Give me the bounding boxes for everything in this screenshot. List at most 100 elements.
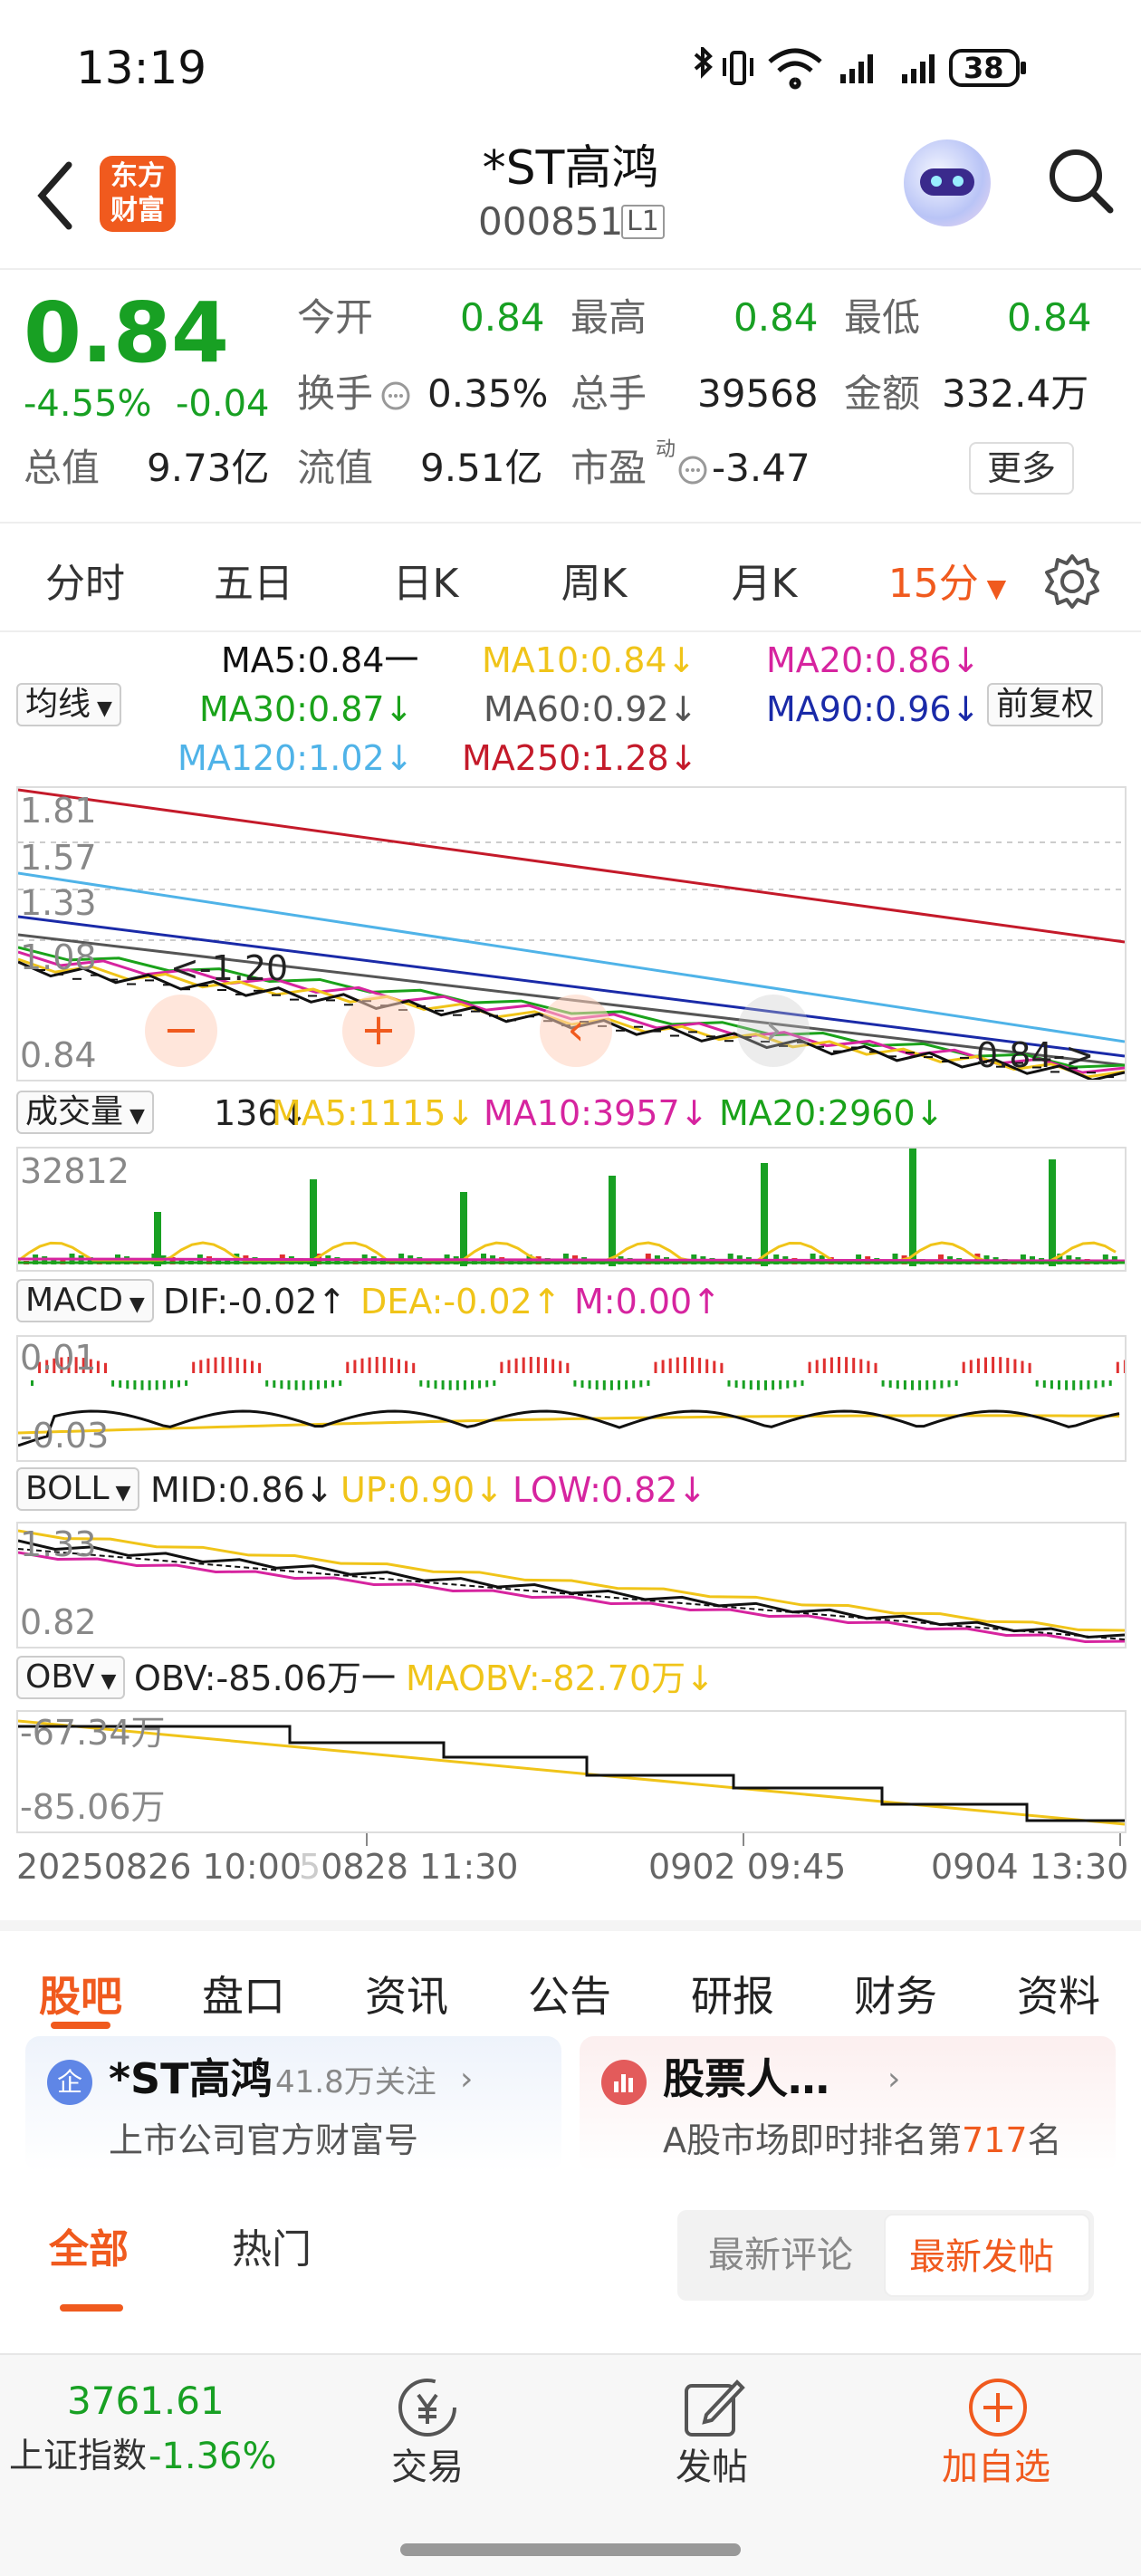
macd-hist-bar (389, 1358, 393, 1373)
tab-intraday[interactable]: 分时 (13, 551, 158, 609)
macd-hist-bar (493, 1380, 496, 1386)
popularity-card[interactable]: 股票人… › A股市场即时排名第717名 (580, 2036, 1116, 2172)
sort-latest-comment[interactable]: 最新评论 (708, 2237, 853, 2273)
rank-number: 717 (962, 2120, 1028, 2160)
tab-profile[interactable]: 资料 (991, 1964, 1127, 2023)
tab-weekly-k[interactable]: 周K (522, 551, 666, 609)
trade-yen-icon[interactable] (393, 2373, 462, 2442)
last-price: 0.84 (24, 284, 229, 381)
volume-selector[interactable]: 成交量 ▼ (16, 1091, 154, 1134)
tab-pankou[interactable]: 盘口 (176, 1964, 312, 2023)
adjust-selector[interactable]: 前复权 (987, 683, 1104, 726)
macd-hist-bar (698, 1358, 702, 1373)
zoom-out-button[interactable]: − (145, 995, 217, 1067)
status-icons: 38 (688, 44, 1069, 92)
macd-hist-bar (104, 1362, 107, 1373)
chevron-right-icon: › (887, 2061, 901, 2098)
tab-news[interactable]: 资讯 (339, 1964, 475, 2023)
macd-hist-bar (756, 1380, 760, 1390)
tab-15min-label: 15分 (887, 561, 979, 607)
index-change[interactable]: -1.36% (149, 2438, 277, 2475)
macd-hist-bar (471, 1380, 474, 1389)
boll-chart-svg (18, 1529, 1125, 1644)
trade-label[interactable]: 交易 (391, 2449, 464, 2485)
macd-hist-bar (969, 1360, 973, 1373)
float-value: 9.51亿 (420, 446, 543, 490)
tab-15min[interactable]: 15分 ▼ (875, 551, 1020, 609)
volume-spike-bar (310, 1179, 317, 1266)
volume-panel[interactable]: 32812 (16, 1147, 1127, 1272)
macd-hist-bar (177, 1380, 180, 1388)
pe-info-icon[interactable] (677, 455, 708, 485)
index-value[interactable]: 3761.61 (67, 2382, 225, 2420)
macd-hist-bar (639, 1380, 643, 1388)
more-button[interactable]: 更多 (969, 442, 1075, 495)
tab-monthly-k[interactable]: 月K (692, 551, 837, 609)
ma-selector[interactable]: 均线 ▼ (16, 683, 121, 726)
obv-selector[interactable]: OBV ▼ (16, 1656, 126, 1699)
add-watchlist-label[interactable]: 加自选 (942, 2449, 1050, 2485)
macd-hist-bar (1042, 1380, 1046, 1389)
tab-five-day[interactable]: 五日 (181, 551, 326, 609)
scroll-left-button[interactable]: ‹ (540, 995, 612, 1067)
macd-chart-svg (18, 1357, 1125, 1447)
official-account-card[interactable]: 企 *ST高鸿 41.8万关注 › 上市公司官方财富号 (25, 2036, 561, 2172)
post-label[interactable]: 发帖 (676, 2449, 748, 2485)
tab-daily-k[interactable]: 日K (353, 551, 498, 609)
macd-hist-bar (302, 1380, 305, 1390)
macd-hist-bar (155, 1380, 158, 1390)
tab-research[interactable]: 研报 (665, 1964, 801, 2023)
volume-ma5: MA5:1115↓ (272, 1093, 475, 1133)
tab-finance[interactable]: 财务 (828, 1964, 964, 2023)
tab-hot-posts[interactable]: 热门 (232, 2230, 312, 2270)
index-name[interactable]: 上证指数 (9, 2438, 147, 2473)
chevron-right-icon: › (460, 2061, 474, 2098)
macd-hist-bar (1094, 1380, 1098, 1389)
settings-gear-icon[interactable] (1043, 553, 1101, 610)
volume-ma10-line (18, 1257, 1125, 1263)
macd-hist-bar (829, 1357, 833, 1373)
macd-hist-bar (455, 1380, 459, 1390)
macd-hist-bar (764, 1380, 767, 1390)
macd-hist-bar (1050, 1380, 1053, 1389)
tab-guba[interactable]: 股吧 (13, 1964, 149, 2023)
period-low-annotation: 0.84-> (976, 1035, 1095, 1075)
search-icon[interactable] (1045, 145, 1117, 217)
scroll-right-button[interactable]: › (737, 995, 810, 1067)
macd-selector[interactable]: MACD ▼ (16, 1279, 154, 1322)
macd-hist-bar (1087, 1380, 1090, 1389)
macd-hist-bar (727, 1380, 731, 1387)
info-icon[interactable] (380, 380, 411, 411)
ma60-label: MA60:0.92↓ (484, 689, 698, 729)
subtab-indicator (60, 2304, 123, 2312)
obv-panel[interactable]: -67.34万 -85.06万 (16, 1710, 1127, 1833)
boll-axis-bottom: 0.82 (20, 1602, 97, 1642)
macd-hist-bar (199, 1360, 203, 1373)
time-label-3: 0904 13:30 (931, 1847, 1129, 1887)
boll-selector[interactable]: BOLL ▼ (16, 1467, 140, 1511)
macd-hist-bar (463, 1380, 466, 1390)
price-candle (887, 1055, 896, 1058)
rank-suffix: 名 (1027, 2120, 1062, 2160)
macd-hist-bar (331, 1380, 335, 1388)
tab-announcements[interactable]: 公告 (502, 1964, 638, 2023)
tab-all-posts[interactable]: 全部 (49, 2230, 129, 2270)
stock-nav-bar: 东方 财富 *ST高鸿 000851 L1 (0, 136, 1141, 270)
volume-spike-bar (909, 1149, 916, 1266)
boll-panel[interactable]: 1.33 0.82 (16, 1522, 1127, 1648)
quote-summary: 0.84 -4.55% -0.04 今开 0.84 最高 0.84 最低 0.8… (0, 272, 1141, 524)
post-edit-icon[interactable] (679, 2373, 748, 2442)
price-candle (435, 1009, 444, 1012)
zoom-in-button[interactable]: + (342, 995, 415, 1067)
macd-panel[interactable]: 0.01 -0.03 (16, 1335, 1127, 1462)
price-panel[interactable]: 1.81 1.57 1.33 1.08 0.84 <-1.20 0.84-> −… (16, 786, 1127, 1081)
macd-hist-bar (933, 1380, 936, 1389)
time-label-0: 20250826 10:00 (16, 1847, 302, 1887)
macd-hist-bar (749, 1380, 753, 1390)
amount-label: 金额 (844, 371, 921, 416)
price-candle (235, 993, 244, 995)
price-candle (181, 988, 190, 991)
add-watchlist-icon[interactable] (964, 2373, 1032, 2442)
assistant-avatar[interactable] (904, 139, 991, 226)
sort-latest-post-bg[interactable]: 最新发帖 (884, 2214, 1090, 2297)
